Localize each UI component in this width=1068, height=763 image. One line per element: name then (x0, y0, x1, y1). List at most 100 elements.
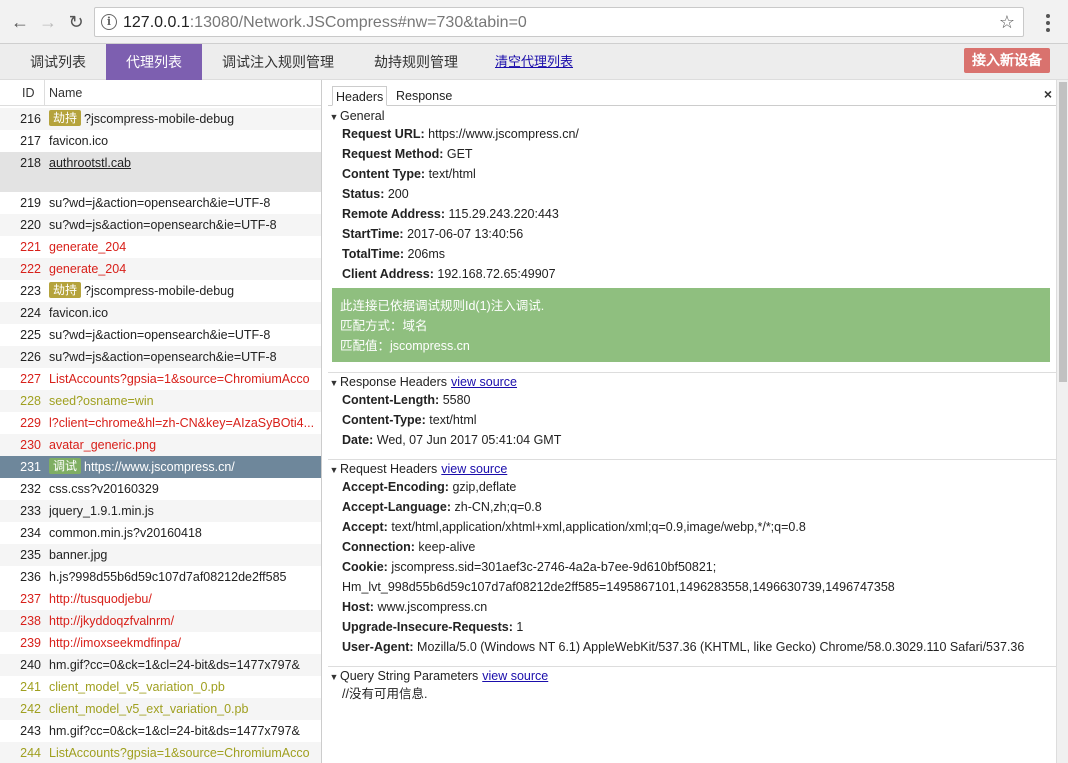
row-name-text: su?wd=js&action=opensearch&ie=UTF-8 (49, 218, 277, 232)
header-value: jscompress.sid=301aef3c-2746-4a2a-b7ee-9… (391, 560, 717, 574)
response-headers-section: ▼ Response Headers view source (328, 374, 1056, 390)
triangle-down-icon: ▼ (329, 378, 339, 388)
header-line: Upgrade-Insecure-Requests: 1 (342, 617, 523, 637)
notice-line: 匹配值：jscompress.cn (340, 339, 470, 353)
header-value: 115.29.243.220:443 (448, 207, 559, 221)
kebab-menu-icon[interactable] (1038, 12, 1058, 34)
table-row[interactable]: 232 css.css?v20160329 (0, 478, 321, 500)
browser-toolbar: ← → ↻ i 127.0.0.1:13080/Network.JSCompre… (0, 0, 1068, 44)
table-row[interactable]: 223 劫持 ?jscompress-mobile-debug (0, 280, 321, 302)
bookmark-star-icon[interactable]: ☆ (999, 12, 1015, 33)
general-section-title[interactable]: ▼ General (328, 108, 1056, 124)
header-line: StartTime: 2017-06-07 13:40:56 (342, 224, 523, 244)
header-value: 200 (387, 187, 409, 201)
scrollbar-thumb[interactable] (1059, 82, 1067, 382)
clear-proxy-list-link[interactable]: 清空代理列表 (486, 44, 582, 80)
tab-proxy-list[interactable]: 代理列表 (106, 44, 202, 80)
table-row[interactable]: 240 hm.gif?cc=0&ck=1&cl=24-bit&ds=1477x79… (0, 654, 321, 676)
table-row[interactable]: 220 su?wd=js&action=opensearch&ie=UTF-8 (0, 214, 321, 236)
row-name: authrootstl.cab (49, 152, 321, 174)
table-row[interactable]: 230 avatar_generic.png (0, 434, 321, 456)
row-name: http://jkyddoqzfvalnrm/ (49, 610, 321, 632)
table-row[interactable]: 228 seed?osname=win (0, 390, 321, 412)
header-value: 5580 (442, 393, 471, 407)
response-headers-title[interactable]: ▼ Response Headers view source (328, 374, 1056, 390)
table-row[interactable]: 221 generate_204 (0, 236, 321, 258)
connect-new-device-button[interactable]: 接入新设备 (964, 48, 1050, 73)
table-row[interactable]: 219 su?wd=j&action=opensearch&ie=UTF-8 (0, 192, 321, 214)
header-value: gzip,deflate (452, 480, 517, 494)
query-string-title[interactable]: ▼ Query String Parameters view source (328, 668, 1056, 684)
row-name-text: l?client=chrome&hl=zh-CN&key=AIzaSyBOti4… (49, 416, 315, 430)
request-headers-section: ▼ Request Headers view source (328, 461, 1056, 477)
tab-response[interactable]: Response (396, 86, 452, 106)
header-key: Date: (342, 433, 374, 447)
table-row[interactable]: 241 client_model_v5_variation_0.pb (0, 676, 321, 698)
forward-arrow-icon[interactable]: → (38, 12, 58, 32)
table-row[interactable]: 227 ListAccounts?gpsia=1&source=ChromiumA… (0, 368, 321, 390)
column-name-header[interactable]: Name (49, 86, 82, 100)
table-row[interactable]: 242 client_model_v5_ext_variation_0.pb (0, 698, 321, 720)
table-row[interactable]: 224 favicon.ico (0, 302, 321, 324)
header-key: Remote Address: (342, 207, 446, 221)
table-row[interactable]: 237 http://tusquodjebu/ (0, 588, 321, 610)
back-arrow-icon[interactable]: ← (10, 12, 30, 32)
header-value: 206ms (407, 247, 446, 261)
header-value: keep-alive (418, 540, 476, 554)
response-view-source-link[interactable]: view source (451, 375, 517, 389)
row-name-text: ?jscompress-mobile-debug (84, 112, 235, 126)
header-key: Accept-Language: (342, 500, 452, 514)
header-value: www.jscompress.cn (377, 600, 488, 614)
table-row[interactable]: 238 http://jkyddoqzfvalnrm/ (0, 610, 321, 632)
debug-inject-notice: 此连接已依据调试规则Id(1)注入调试. 匹配方式：域名 匹配值：jscompr… (332, 288, 1050, 362)
table-row[interactable]: 235 banner.jpg (0, 544, 321, 566)
table-row[interactable]: 218 authrootstl.cab (0, 152, 321, 192)
header-line: Status: 200 (342, 184, 409, 204)
table-row[interactable]: 217 favicon.ico (0, 130, 321, 152)
row-id: 229 (20, 416, 41, 430)
table-row[interactable]: 239 http://imoxseekmdfinpa/ (0, 632, 321, 654)
header-value: 2017-06-07 13:40:56 (407, 227, 524, 241)
table-row[interactable]: 229 l?client=chrome&hl=zh-CN&key=AIzaSyBO… (0, 412, 321, 434)
table-row[interactable]: 226 su?wd=js&action=opensearch&ie=UTF-8 (0, 346, 321, 368)
vertical-scrollbar[interactable] (1056, 80, 1068, 763)
info-icon[interactable]: i (101, 14, 117, 30)
table-row[interactable]: 231 调试 https://www.jscompress.cn/ (0, 456, 321, 478)
table-row[interactable]: 236 h.js?998d55b6d59c107d7af08212de2ff585 (0, 566, 321, 588)
table-row[interactable]: 243 hm.gif?cc=0&ck=1&cl=24-bit&ds=1477x79… (0, 720, 321, 742)
address-bar[interactable]: i 127.0.0.1:13080/Network.JSCompress#nw=… (94, 7, 1024, 37)
query-string-section: ▼ Query String Parameters view source (328, 668, 1056, 684)
row-id: 236 (20, 570, 41, 584)
table-row[interactable]: 222 generate_204 (0, 258, 321, 280)
request-view-source-link[interactable]: view source (441, 462, 507, 476)
row-id: 243 (20, 724, 41, 738)
triangle-down-icon: ▼ (329, 465, 339, 475)
table-row[interactable]: 216 劫持 ?jscompress-mobile-debug (0, 108, 321, 130)
row-name: generate_204 (49, 258, 321, 280)
row-name: banner.jpg (49, 544, 321, 566)
reload-icon[interactable]: ↻ (66, 12, 86, 32)
tab-hijack-rules[interactable]: 劫持规则管理 (362, 44, 470, 80)
tab-debug-inject-rules[interactable]: 调试注入规则管理 (210, 44, 346, 80)
table-row[interactable]: 234 common.min.js?v20160418 (0, 522, 321, 544)
header-key: Status: (342, 187, 385, 201)
triangle-down-icon: ▼ (329, 112, 339, 122)
request-headers-title[interactable]: ▼ Request Headers view source (328, 461, 1056, 477)
query-view-source-link[interactable]: view source (482, 669, 548, 683)
row-id: 232 (20, 482, 41, 496)
table-row[interactable]: 244 ListAccounts?gpsia=1&source=ChromiumA… (0, 742, 321, 763)
row-name: 劫持 ?jscompress-mobile-debug (49, 280, 321, 302)
row-name: 劫持 ?jscompress-mobile-debug (49, 108, 321, 130)
close-icon[interactable]: × (1044, 86, 1052, 102)
address-url[interactable]: 127.0.0.1:13080/Network.JSCompress#nw=73… (123, 14, 527, 32)
table-row[interactable]: 233 jquery_1.9.1.min.js (0, 500, 321, 522)
tab-debug-list[interactable]: 调试列表 (10, 44, 106, 80)
header-value: Wed, 07 Jun 2017 05:41:04 GMT (376, 433, 562, 447)
header-value: Hm_lvt_998d55b6d59c107d7af08212de2ff585=… (342, 580, 895, 594)
tab-headers[interactable]: Headers (332, 86, 388, 106)
header-key: Cookie: (342, 560, 388, 574)
header-value: zh-CN,zh;q=0.8 (454, 500, 542, 514)
column-id-header[interactable]: ID (22, 86, 35, 100)
table-row[interactable]: 225 su?wd=j&action=opensearch&ie=UTF-8 (0, 324, 321, 346)
row-id: 230 (20, 438, 41, 452)
